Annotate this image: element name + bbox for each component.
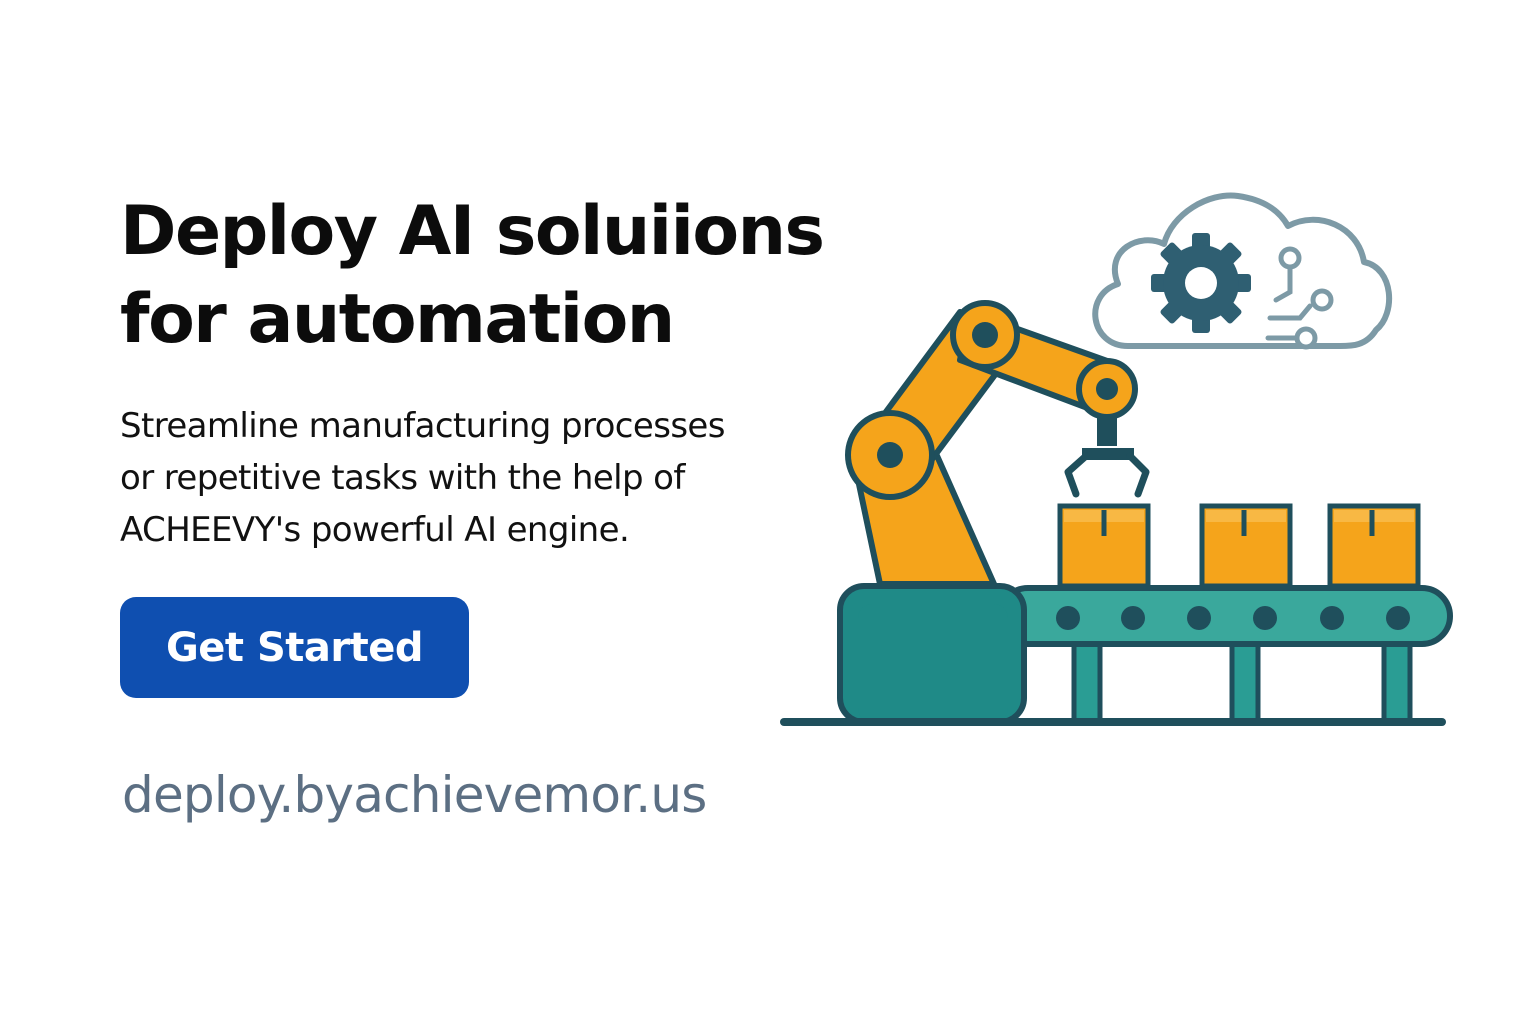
cloud-icon	[1092, 192, 1393, 349]
automation-illustration	[780, 192, 1453, 726]
gear-icon	[1151, 233, 1251, 333]
cardboard-box-icon	[1057, 503, 1421, 589]
conveyor-belt-icon	[780, 583, 1453, 726]
